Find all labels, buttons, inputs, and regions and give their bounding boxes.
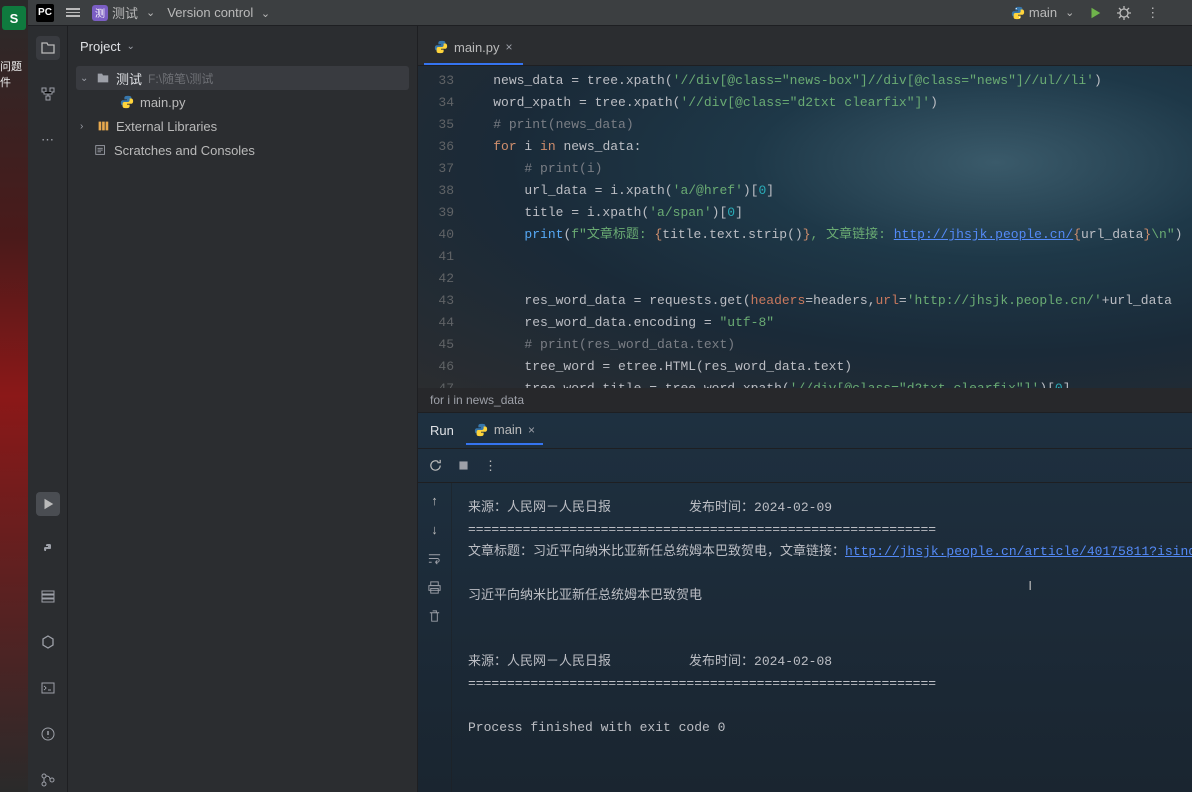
structure-tool-button[interactable] (36, 82, 60, 106)
hexagon-tool-button[interactable] (36, 630, 60, 654)
stop-button[interactable] (457, 459, 470, 472)
project-tree: 测试 F:\随笔\测试 main.py External Libraries S… (68, 66, 417, 162)
line-gutter: 333435363738394041424344454647 (418, 66, 462, 388)
print-button[interactable] (427, 580, 442, 595)
folder-icon (96, 71, 110, 85)
desktop-taskbar: S 问题件 (0, 0, 28, 792)
git-tool-button[interactable] (36, 768, 60, 792)
more-tools-button[interactable]: ⋯ (36, 128, 60, 152)
vcs-menu[interactable]: Version control (167, 5, 270, 20)
text-cursor-icon: I (1028, 578, 1032, 593)
down-arrow-icon[interactable]: ↓ (431, 522, 438, 537)
run-left-rail: ↑ ↓ (418, 483, 452, 792)
python-icon (1011, 6, 1025, 20)
editor-tabs: main.py × (418, 26, 1192, 66)
terminal-tool-button[interactable] (36, 676, 60, 700)
project-selector[interactable]: 测 测试 (92, 3, 155, 22)
editor-area: main.py × 333435363738394041424344454647… (418, 26, 1192, 792)
run-toolbar: ⋮ (418, 449, 1192, 483)
titlebar: PC 测 测试 Version control main ⋮ (28, 0, 1192, 26)
ide-window: PC 测 测试 Version control main ⋮ (28, 0, 1192, 792)
close-tab-button[interactable]: × (506, 40, 513, 54)
spreadsheet-app-icon[interactable]: S (0, 4, 28, 32)
run-config-selector[interactable]: main (1011, 5, 1074, 20)
tab-main-py[interactable]: main.py × (424, 31, 523, 65)
rerun-button[interactable] (428, 458, 443, 473)
run-more-button[interactable]: ⋮ (484, 458, 497, 474)
python-file-icon (120, 95, 134, 109)
code-content[interactable]: news_data = tree.xpath('//div[@class="ne… (462, 66, 1192, 388)
left-tool-rail: ⋯ (28, 26, 68, 792)
python-file-icon (434, 40, 448, 54)
up-arrow-icon[interactable]: ↑ (431, 493, 438, 508)
project-panel: Project ⌄ 测试 F:\随笔\测试 main.py External (68, 26, 418, 792)
tree-root[interactable]: 测试 F:\随笔\测试 (76, 66, 409, 90)
services-tool-button[interactable] (36, 584, 60, 608)
project-badge-icon: 测 (92, 5, 108, 21)
run-panel: Run main × ⋮ (418, 412, 1192, 792)
trash-button[interactable] (427, 609, 442, 624)
editor-breadcrumb[interactable]: for i in news_data (418, 388, 1192, 412)
close-run-tab-button[interactable]: × (528, 423, 535, 437)
pycharm-icon[interactable]: PC (36, 4, 54, 22)
console-output[interactable]: 来源：人民网－人民日报 发布时间：2024-02-09 ============… (452, 483, 1192, 792)
run-tool-button[interactable] (36, 492, 60, 516)
python-console-button[interactable] (36, 538, 60, 562)
expand-arrow-icon (80, 73, 90, 84)
project-panel-header[interactable]: Project ⌄ (68, 26, 417, 66)
scratches-icon (94, 143, 108, 157)
python-icon (474, 423, 488, 437)
library-icon (96, 119, 110, 133)
tree-scratches[interactable]: Scratches and Consoles (76, 138, 409, 162)
run-button[interactable] (1088, 6, 1102, 20)
debug-button[interactable] (1116, 5, 1132, 21)
expand-arrow-icon (80, 121, 90, 132)
run-panel-tabs: Run main × (418, 413, 1192, 449)
tree-file-main[interactable]: main.py (76, 90, 409, 114)
code-editor[interactable]: 333435363738394041424344454647 news_data… (418, 66, 1192, 388)
run-label: Run (430, 423, 454, 438)
project-name: 测试 (112, 3, 138, 22)
problems-tool-button[interactable] (36, 722, 60, 746)
main-menu-button[interactable] (66, 8, 80, 17)
soft-wrap-button[interactable] (427, 551, 442, 566)
tree-external-libs[interactable]: External Libraries (76, 114, 409, 138)
run-tab-main[interactable]: main × (466, 417, 543, 445)
more-actions-button[interactable]: ⋮ (1146, 5, 1159, 21)
desktop-app-label: 问题件 (0, 58, 28, 90)
project-tool-button[interactable] (36, 36, 60, 60)
